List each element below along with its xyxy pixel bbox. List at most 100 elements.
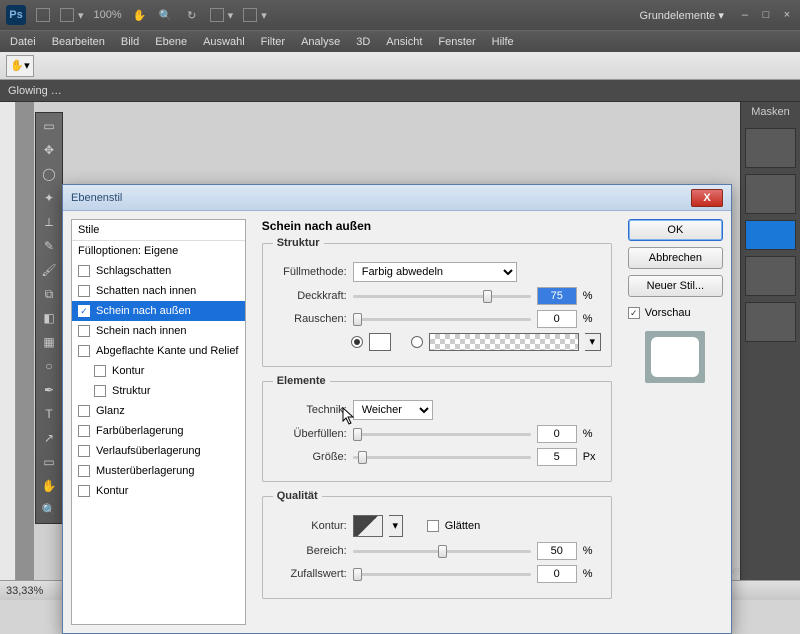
move-tool-icon[interactable]: ✥ xyxy=(40,141,58,159)
arrange-menu-icon[interactable]: ▾ xyxy=(210,8,234,22)
cancel-button[interactable]: Abbrechen xyxy=(628,247,723,269)
stamp-tool-icon[interactable]: ⧉ xyxy=(40,285,58,303)
style-inner-glow[interactable]: Schein nach innen xyxy=(72,321,245,341)
antialias-checkbox[interactable] xyxy=(427,520,439,532)
style-gradient-overlay[interactable]: Verlaufsüberlagerung xyxy=(72,441,245,461)
checkbox[interactable] xyxy=(94,385,106,397)
marquee-tool-icon[interactable]: ▭ xyxy=(40,117,58,135)
style-bevel-texture[interactable]: Struktur xyxy=(72,381,245,401)
gradient-tool-icon[interactable]: ▦ xyxy=(40,333,58,351)
lasso-tool-icon[interactable]: ◯ xyxy=(40,165,58,183)
blend-mode-select[interactable]: Farbig abwedeln xyxy=(353,262,517,282)
path-tool-icon[interactable]: ↗ xyxy=(40,429,58,447)
style-fill-options[interactable]: Fülloptionen: Eigene xyxy=(72,241,245,261)
hand-tool-icon[interactable]: ✋ xyxy=(132,7,148,23)
size-input[interactable]: 5 xyxy=(537,448,577,466)
current-tool-preset[interactable]: ✋▾ xyxy=(6,55,34,77)
hand-tool-icon[interactable]: ✋ xyxy=(40,477,58,495)
checkbox[interactable]: ✓ xyxy=(78,305,90,317)
eyedropper-tool-icon[interactable]: ✎ xyxy=(40,237,58,255)
menu-analyse[interactable]: Analyse xyxy=(301,36,340,48)
menu-fenster[interactable]: Fenster xyxy=(438,36,475,48)
menu-datei[interactable]: Datei xyxy=(10,36,36,48)
checkbox[interactable] xyxy=(94,365,106,377)
checkbox[interactable] xyxy=(78,265,90,277)
maximize-icon[interactable]: □ xyxy=(759,9,773,21)
style-color-overlay[interactable]: Farbüberlagerung xyxy=(72,421,245,441)
style-outer-glow[interactable]: ✓Schein nach außen xyxy=(72,301,245,321)
opacity-slider[interactable] xyxy=(353,295,531,298)
style-stroke[interactable]: Kontur xyxy=(72,481,245,501)
brush-tool-icon[interactable]: 🖌 xyxy=(40,261,58,279)
dialog-titlebar[interactable]: Ebenenstil X xyxy=(63,185,731,211)
minimize-icon[interactable]: – xyxy=(738,9,752,21)
technique-select[interactable]: Weicher xyxy=(353,400,433,420)
range-slider[interactable] xyxy=(353,550,531,553)
menu-bild[interactable]: Bild xyxy=(121,36,139,48)
spread-slider[interactable] xyxy=(353,433,531,436)
menu-filter[interactable]: Filter xyxy=(261,36,285,48)
zoom-tool-icon[interactable]: 🔍 xyxy=(158,7,174,23)
gradient-radio[interactable] xyxy=(411,336,423,348)
menu-bearbeiten[interactable]: Bearbeiten xyxy=(52,36,105,48)
document-tab[interactable]: Glowing … xyxy=(0,80,800,102)
zoom-readout[interactable]: 100% xyxy=(94,9,122,21)
range-input[interactable]: 50 xyxy=(537,542,577,560)
zoom-tool-icon[interactable]: 🔍 xyxy=(40,501,58,519)
checkbox[interactable] xyxy=(78,325,90,337)
noise-input[interactable]: 0 xyxy=(537,310,577,328)
panel-collapsed[interactable] xyxy=(745,128,796,168)
view-menu-icon[interactable]: ▾ xyxy=(60,8,84,22)
checkbox[interactable] xyxy=(78,425,90,437)
zoom-level[interactable]: 33,33% xyxy=(6,585,66,597)
style-bevel[interactable]: Abgeflachte Kante und Relief xyxy=(72,341,245,361)
opacity-input[interactable]: 75 xyxy=(537,287,577,305)
menu-3d[interactable]: 3D xyxy=(356,36,370,48)
style-drop-shadow[interactable]: Schlagschatten xyxy=(72,261,245,281)
glow-color-swatch[interactable] xyxy=(369,333,391,351)
rotate-tool-icon[interactable]: ↻ xyxy=(184,7,200,23)
jitter-slider[interactable] xyxy=(353,573,531,576)
menu-ebene[interactable]: Ebene xyxy=(155,36,187,48)
noise-slider[interactable] xyxy=(353,318,531,321)
panel-collapsed[interactable] xyxy=(745,174,796,214)
checkbox[interactable] xyxy=(78,445,90,457)
style-bevel-contour[interactable]: Kontur xyxy=(72,361,245,381)
panel-collapsed[interactable] xyxy=(745,256,796,296)
style-inner-shadow[interactable]: Schatten nach innen xyxy=(72,281,245,301)
menu-ansicht[interactable]: Ansicht xyxy=(386,36,422,48)
panel-collapsed[interactable] xyxy=(745,220,796,250)
shape-tool-icon[interactable]: ▭ xyxy=(40,453,58,471)
dodge-tool-icon[interactable]: ○ xyxy=(40,357,58,375)
contour-dropdown-icon[interactable]: ▾ xyxy=(389,515,403,537)
pen-tool-icon[interactable]: ✒ xyxy=(40,381,58,399)
spread-input[interactable]: 0 xyxy=(537,425,577,443)
style-pattern-overlay[interactable]: Musterüberlagerung xyxy=(72,461,245,481)
checkbox[interactable] xyxy=(78,345,90,357)
size-slider[interactable] xyxy=(353,456,531,459)
checkbox[interactable] xyxy=(78,465,90,477)
wand-tool-icon[interactable]: ✦ xyxy=(40,189,58,207)
dialog-close-button[interactable]: X xyxy=(691,189,723,207)
style-list-header[interactable]: Stile xyxy=(72,220,245,241)
checkbox[interactable] xyxy=(78,285,90,297)
checkbox[interactable] xyxy=(78,485,90,497)
bridge-icon[interactable] xyxy=(36,8,50,22)
menu-hilfe[interactable]: Hilfe xyxy=(492,36,514,48)
eraser-tool-icon[interactable]: ◧ xyxy=(40,309,58,327)
style-satin[interactable]: Glanz xyxy=(72,401,245,421)
screen-mode-icon[interactable]: ▾ xyxy=(243,8,267,22)
contour-picker[interactable] xyxy=(353,515,383,537)
gradient-dropdown-icon[interactable]: ▾ xyxy=(585,333,601,351)
color-radio[interactable] xyxy=(351,336,363,348)
preview-checkbox[interactable]: ✓ xyxy=(628,307,640,319)
ok-button[interactable]: OK xyxy=(628,219,723,241)
workspace-switcher[interactable]: Grundelemente ▾ xyxy=(639,9,723,22)
jitter-input[interactable]: 0 xyxy=(537,565,577,583)
panel-collapsed[interactable] xyxy=(745,302,796,342)
crop-tool-icon[interactable]: ⟂ xyxy=(40,213,58,231)
close-icon[interactable]: × xyxy=(780,9,794,21)
new-style-button[interactable]: Neuer Stil... xyxy=(628,275,723,297)
checkbox[interactable] xyxy=(78,405,90,417)
menu-auswahl[interactable]: Auswahl xyxy=(203,36,245,48)
